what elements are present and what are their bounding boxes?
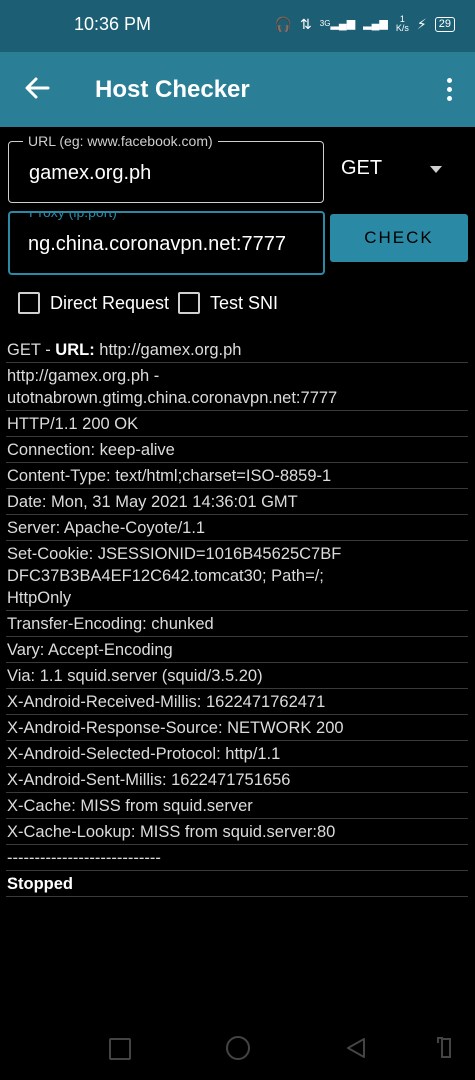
log-line: Vary: Accept-Encoding	[6, 637, 468, 663]
check-button[interactable]: CHECK	[330, 214, 468, 262]
proxy-field-label: Proxy (ip:port)	[24, 213, 122, 220]
url-input[interactable]: gamex.org.ph	[29, 162, 151, 185]
network-type: 3G	[319, 19, 331, 28]
net-speed: 1 K/s	[395, 14, 409, 33]
response-log: GET - URL: http://gamex.org.ph http://ga…	[6, 337, 468, 897]
method-select[interactable]: GET	[341, 157, 382, 180]
charging-icon: ⚡	[416, 16, 427, 32]
status-icons: 🎧 ⇅ 3G▂▄▆ ▂▄▆ 1 K/s ⚡ 29	[275, 14, 455, 34]
direct-request-label: Direct Request	[50, 292, 170, 313]
status-time: 10:36 PM	[74, 14, 152, 34]
proxy-field[interactable]: Proxy (ip:port) ng.china.coronavpn.net:7…	[8, 211, 325, 275]
url-field-label: URL (eg: www.facebook.com)	[23, 133, 218, 149]
test-sni-checkbox[interactable]: Test SNI	[178, 292, 278, 314]
checkbox-icon[interactable]	[18, 292, 40, 314]
home-icon[interactable]	[226, 1036, 250, 1060]
log-status: Stopped	[6, 871, 468, 897]
log-line: X-Android-Sent-Millis: 1622471751656	[6, 767, 468, 793]
page-title: Host Checker	[95, 76, 250, 103]
log-line: GET - URL: http://gamex.org.ph	[6, 337, 468, 363]
log-line: Content-Type: text/html;charset=ISO-8859…	[6, 463, 468, 489]
signal-icon: 3G▂▄▆	[319, 18, 356, 30]
url-field[interactable]: URL (eg: www.facebook.com) gamex.org.ph	[8, 133, 324, 203]
log-line: Via: 1.1 squid.server (squid/3.5.20)	[6, 663, 468, 689]
signal-icon-2: ▂▄▆	[363, 18, 388, 30]
rotate-icon[interactable]	[435, 1035, 457, 1061]
direct-request-checkbox[interactable]: Direct Request	[18, 292, 169, 314]
back-arrow-icon[interactable]	[22, 70, 52, 106]
overflow-menu-icon[interactable]	[443, 78, 455, 104]
dropdown-caret-icon[interactable]	[430, 166, 442, 173]
system-nav-bar	[0, 1018, 475, 1080]
log-line: Set-Cookie: JSESSIONID=1016B45625C7BF DF…	[6, 541, 468, 611]
log-line: X-Cache-Lookup: MISS from squid.server:8…	[6, 819, 468, 845]
data-transfer-icon: ⇅	[300, 16, 312, 32]
test-sni-label: Test SNI	[210, 292, 279, 313]
log-line: X-Cache: MISS from squid.server	[6, 793, 468, 819]
log-line: http://gamex.org.ph - utotnabrown.gtimg.…	[6, 363, 468, 411]
log-line: Transfer-Encoding: chunked	[6, 611, 468, 637]
log-line: X-Android-Selected-Protocol: http/1.1	[6, 741, 468, 767]
log-line: Server: Apache-Coyote/1.1	[6, 515, 468, 541]
recents-icon[interactable]	[109, 1038, 131, 1060]
log-line: Connection: keep-alive	[6, 437, 468, 463]
log-line: Date: Mon, 31 May 2021 14:36:01 GMT	[6, 489, 468, 515]
battery-icon: 29	[434, 16, 455, 32]
proxy-input[interactable]: ng.china.coronavpn.net:7777	[28, 233, 286, 256]
log-line: X-Android-Response-Source: NETWORK 200	[6, 715, 468, 741]
log-line: HTTP/1.1 200 OK	[6, 411, 468, 437]
log-line: X-Android-Received-Millis: 1622471762471	[6, 689, 468, 715]
checkbox-icon[interactable]	[178, 292, 200, 314]
back-triangle-icon[interactable]	[345, 1037, 367, 1059]
app-bar: Host Checker	[0, 52, 475, 127]
log-separator: ----------------------------	[6, 845, 468, 871]
headphones-icon: 🎧	[274, 16, 293, 32]
status-bar: 10:36 PM 🎧 ⇅ 3G▂▄▆ ▂▄▆ 1 K/s ⚡ 29	[0, 0, 475, 52]
